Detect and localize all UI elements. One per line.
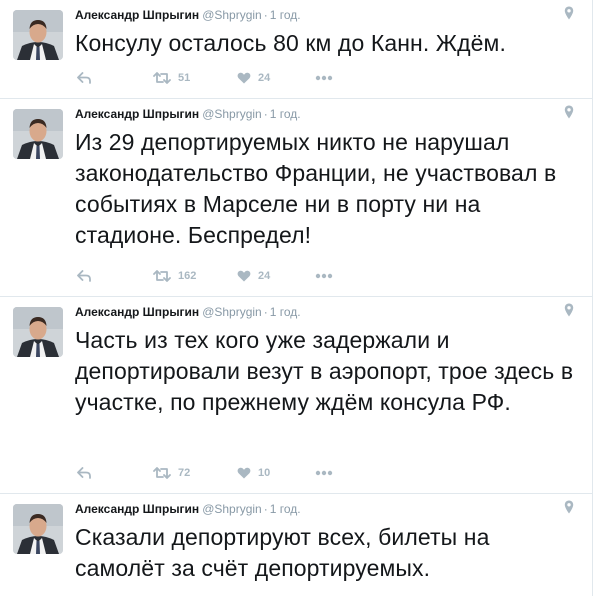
tweet-actions: 51 24 <box>75 70 375 86</box>
retweet-icon <box>153 270 171 282</box>
tweet[interactable]: Александр Шпрыгин @Shprygin · 1 год. Из 29 … <box>0 99 592 297</box>
avatar[interactable] <box>13 10 63 60</box>
retweet-icon <box>153 72 171 84</box>
author-name[interactable]: Александр Шпрыгин <box>75 8 199 22</box>
reply-icon <box>77 72 91 84</box>
avatar-photo <box>13 10 63 60</box>
like-button[interactable]: 24 <box>237 268 270 284</box>
tweet-text: Часть из тех кого уже задержали и депорт… <box>75 327 574 415</box>
author-name[interactable]: Александр Шпрыгин <box>75 502 199 516</box>
like-count: 24 <box>258 72 271 84</box>
retweet-count: 51 <box>178 72 191 84</box>
retweet-button[interactable]: 72 <box>153 465 190 481</box>
tweet-header: Александр Шпрыгин @Shprygin · 1 год. <box>75 305 582 319</box>
retweet-icon <box>153 467 171 479</box>
avatar[interactable] <box>13 109 63 159</box>
author-handle[interactable]: @Shprygin <box>202 502 262 516</box>
location-pin-icon[interactable] <box>564 105 574 119</box>
tweet-header: Александр Шпрыгин @Shprygin · 1 год. <box>75 107 582 121</box>
tweet-timestamp[interactable]: 1 год. <box>270 502 301 516</box>
heart-icon <box>237 72 251 84</box>
reply-button[interactable] <box>77 268 91 284</box>
reply-button[interactable] <box>77 70 91 86</box>
more-button[interactable] <box>315 70 333 86</box>
like-button[interactable]: 10 <box>237 465 270 481</box>
avatar-photo <box>13 307 63 357</box>
more-icon <box>315 75 333 81</box>
avatar-photo <box>13 109 63 159</box>
reply-button[interactable] <box>77 465 91 481</box>
location-pin-icon[interactable] <box>564 6 574 20</box>
author-handle[interactable]: @Shprygin <box>202 8 262 22</box>
tweet-text: Консулу осталось 80 км до Канн. Ждём. <box>75 30 506 56</box>
reply-icon <box>77 467 91 479</box>
retweet-count: 162 <box>178 270 197 282</box>
like-count: 24 <box>258 270 271 282</box>
tweet-timestamp[interactable]: 1 год. <box>270 305 301 319</box>
more-icon <box>315 470 333 476</box>
tweet-actions: 72 10 <box>75 465 375 481</box>
tweet-timeline: Александр Шпрыгин @Shprygin · 1 год. Консул… <box>0 0 593 596</box>
tweet-actions: 162 24 <box>75 268 375 284</box>
author-handle[interactable]: @Shprygin <box>202 305 262 319</box>
reply-icon <box>77 270 91 282</box>
retweet-count: 72 <box>178 467 191 479</box>
separator: · <box>263 107 268 121</box>
tweet[interactable]: Александр Шпрыгин @Shprygin · 1 год. Сказал… <box>0 494 592 596</box>
author-handle[interactable]: @Shprygin <box>202 107 262 121</box>
tweet[interactable]: Александр Шпрыгин @Shprygin · 1 год. Часть … <box>0 297 592 494</box>
location-pin-icon[interactable] <box>564 303 574 317</box>
author-name[interactable]: Александр Шпрыгин <box>75 107 199 121</box>
avatar-photo <box>13 504 63 554</box>
tweet[interactable]: Александр Шпрыгин @Shprygin · 1 год. Консул… <box>0 0 592 99</box>
heart-icon <box>237 467 251 479</box>
author-name[interactable]: Александр Шпрыгин <box>75 305 199 319</box>
separator: · <box>263 502 268 516</box>
avatar[interactable] <box>13 504 63 554</box>
tweet-timestamp[interactable]: 1 год. <box>270 107 301 121</box>
retweet-button[interactable]: 51 <box>153 70 190 86</box>
like-button[interactable]: 24 <box>237 70 270 86</box>
tweet-text: Из 29 депортируемых никто не нарушал зак… <box>75 129 557 248</box>
tweet-header: Александр Шпрыгин @Shprygin · 1 год. <box>75 8 582 22</box>
avatar[interactable] <box>13 307 63 357</box>
more-icon <box>315 273 333 279</box>
tweet-timestamp[interactable]: 1 год. <box>270 8 301 22</box>
tweet-text: Сказали депортируют всех, билеты на само… <box>75 524 490 581</box>
separator: · <box>263 8 268 22</box>
separator: · <box>263 305 268 319</box>
heart-icon <box>237 270 251 282</box>
like-count: 10 <box>258 467 271 479</box>
more-button[interactable] <box>315 465 333 481</box>
more-button[interactable] <box>315 268 333 284</box>
tweet-header: Александр Шпрыгин @Shprygin · 1 год. <box>75 502 582 516</box>
retweet-button[interactable]: 162 <box>153 268 196 284</box>
location-pin-icon[interactable] <box>564 500 574 514</box>
